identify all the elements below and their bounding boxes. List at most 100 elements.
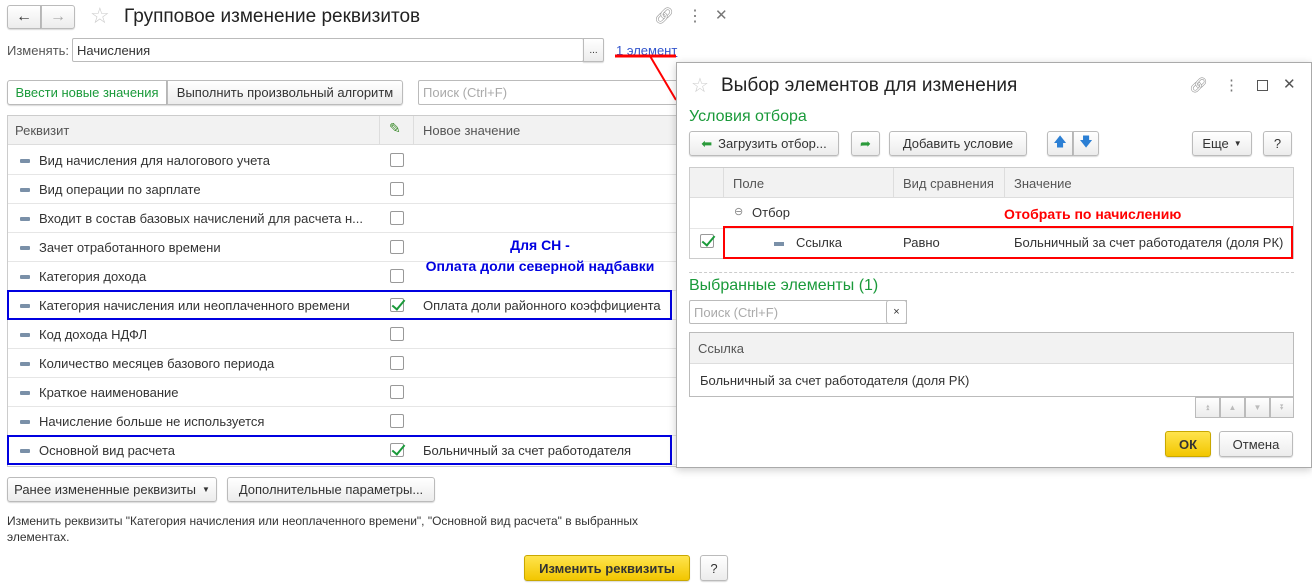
selected-item[interactable]: Больничный за счет работодателя (доля РК… (700, 373, 969, 388)
dash-icon (20, 275, 30, 279)
more-button[interactable]: Еще ▼ (1192, 131, 1252, 156)
apply-button[interactable]: Изменить реквизиты (524, 555, 690, 581)
scroll-top-button[interactable]: ⏫︎ (1195, 397, 1220, 418)
table-row[interactable]: Вид операции по зарплате (8, 175, 676, 204)
highlight-box (7, 435, 672, 465)
maximize-icon[interactable] (1257, 80, 1268, 91)
table-header (8, 116, 688, 145)
dash-icon (20, 217, 30, 221)
dash-icon (20, 420, 30, 424)
more-icon[interactable]: ⋮ (1224, 76, 1239, 94)
prev-changed-label: Ранее измененные реквизиты (14, 482, 196, 497)
attribute-label: Вид начисления для налогового учета (39, 153, 270, 168)
dropdown-arrow-icon: ▼ (201, 485, 210, 494)
attribute-label: Входит в состав базовых начислений для р… (39, 211, 363, 226)
dialog-title: Выбор элементов для изменения (721, 75, 1018, 96)
change-label: Изменять: (7, 43, 70, 58)
cancel-button[interactable]: Отмена (1219, 431, 1293, 457)
attribute-checkbox[interactable] (390, 327, 404, 341)
column-header-comparison[interactable]: Вид сравнения (903, 176, 994, 191)
selected-table-header (690, 333, 1293, 364)
collapse-icon[interactable]: ⊖ (734, 205, 743, 218)
selection-dialog: ☆ Выбор элементов для изменения 🔗︎ ⋮ ✕ У… (676, 62, 1312, 468)
attribute-checkbox[interactable] (390, 414, 404, 428)
dash-icon (20, 333, 30, 337)
scroll-bottom-button[interactable]: ⏬︎ (1270, 397, 1294, 418)
table-row[interactable]: Код дохода НДФЛ (8, 320, 676, 349)
attribute-checkbox[interactable] (390, 385, 404, 399)
move-up-button[interactable]: 🡅 (1047, 131, 1073, 156)
highlight-box (7, 290, 672, 320)
back-button[interactable]: ← (7, 5, 41, 29)
tab-new-values[interactable]: Ввести новые значения (7, 80, 167, 105)
search-placeholder: Поиск (Ctrl+F) (694, 304, 779, 320)
add-condition-button[interactable]: Добавить условие (889, 131, 1027, 156)
annotation-line2: Оплата доли северной надбавки (425, 258, 655, 274)
extra-params-button[interactable]: Дополнительные параметры... (227, 477, 435, 502)
attribute-label: Краткое наименование (39, 385, 179, 400)
table-row[interactable]: Вид начисления для налогового учета (8, 146, 676, 175)
save-filter-button[interactable]: ➦ (851, 131, 880, 156)
more-icon[interactable]: ⋮ (687, 6, 703, 26)
annotation-line1: Для СН - (510, 237, 570, 253)
search-placeholder: Поиск (Ctrl+F) (423, 85, 508, 100)
attribute-checkbox[interactable] (390, 211, 404, 225)
attribute-checkbox[interactable] (390, 240, 404, 254)
selected-search-input[interactable]: Поиск (Ctrl+F) (689, 300, 907, 324)
table-row[interactable]: Количество месяцев базового периода (8, 349, 676, 378)
attribute-label: Вид операции по зарплате (39, 182, 201, 197)
move-down-button[interactable]: 🡇 (1073, 131, 1099, 156)
filter-section-title: Условия отбора (689, 108, 807, 125)
divider (689, 272, 1294, 273)
dash-icon (20, 188, 30, 192)
dash-icon (20, 246, 30, 250)
filter-note: Отобрать по начислению (1004, 206, 1182, 222)
tab-algorithm[interactable]: Выполнить произвольный алгоритм (167, 80, 403, 105)
column-header-value[interactable]: Значение (1014, 176, 1072, 191)
clear-search-button[interactable]: × (886, 300, 907, 324)
change-value: Начисления (77, 42, 151, 58)
favorite-star-icon[interactable]: ☆ (90, 3, 110, 29)
pencil-icon: ✎ (389, 120, 401, 136)
filter-row-checkbox[interactable] (700, 234, 714, 248)
red-highlight-box (723, 226, 1293, 259)
selected-table: Ссылка Больничный за счет работодателя (… (689, 332, 1294, 397)
load-filter-icon: ⬅ (701, 135, 713, 151)
load-filter-label: Загрузить отбор... (718, 136, 827, 151)
attribute-label: Код дохода НДФЛ (39, 327, 147, 342)
help-button[interactable]: ? (1263, 131, 1292, 156)
load-filter-button[interactable]: ⬅ Загрузить отбор... (689, 131, 839, 156)
close-icon[interactable]: ✕ (715, 6, 728, 24)
filter-group: Отбор (752, 205, 790, 220)
attribute-label: Зачет отработанного времени (39, 240, 221, 255)
column-header-attr[interactable]: Реквизит (15, 123, 69, 138)
change-field[interactable]: Начисления (72, 38, 584, 62)
table-row[interactable]: Краткое наименование (8, 378, 676, 407)
close-icon[interactable]: ✕ (1283, 75, 1296, 93)
attribute-checkbox[interactable] (390, 153, 404, 167)
column-header-link[interactable]: Ссылка (698, 341, 744, 356)
help-button[interactable]: ? (700, 555, 728, 581)
scroll-down-button[interactable]: ▼ (1245, 397, 1270, 418)
table-row[interactable]: Входит в состав базовых начислений для р… (8, 204, 676, 233)
column-header-field[interactable]: Поле (733, 176, 764, 191)
forward-button[interactable]: → (41, 5, 75, 29)
favorite-star-icon[interactable]: ☆ (691, 73, 709, 98)
ok-button[interactable]: ОК (1165, 431, 1211, 457)
attribute-label: Категория дохода (39, 269, 147, 284)
column-divider (893, 168, 894, 198)
info-text: Изменить реквизиты "Категория начисления… (7, 514, 639, 528)
table-row[interactable]: Начисление больше не используется (8, 407, 676, 436)
prev-changed-button[interactable]: Ранее измененные реквизиты ▼ (7, 477, 217, 502)
page-title: Групповое изменение реквизитов (124, 6, 421, 27)
dash-icon (20, 159, 30, 163)
attribute-checkbox[interactable] (390, 356, 404, 370)
link-icon[interactable]: 🔗︎ (654, 6, 674, 26)
link-icon[interactable]: 🔗︎ (1189, 76, 1208, 94)
dropdown-arrow-icon: ▼ (1233, 139, 1242, 148)
column-header-new-value[interactable]: Новое значение (423, 123, 520, 138)
more-label: Еще (1202, 136, 1229, 151)
attribute-checkbox[interactable] (390, 182, 404, 196)
scroll-up-button[interactable]: ▲ (1220, 397, 1245, 418)
attribute-label: Количество месяцев базового периода (39, 356, 275, 371)
